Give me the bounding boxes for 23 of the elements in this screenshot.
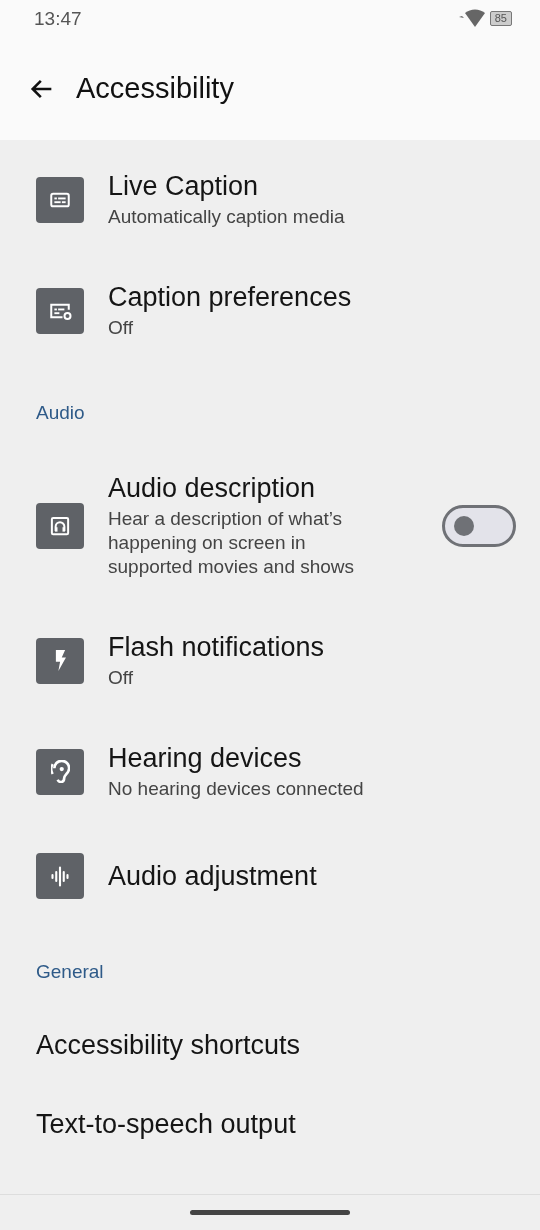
- setting-summary: Off: [108, 666, 134, 690]
- setting-summary: Off: [108, 316, 134, 340]
- setting-title[interactable]: Live Caption: [108, 170, 516, 203]
- section-header: General: [35, 960, 105, 984]
- setting-title[interactable]: Hearing devices: [108, 742, 516, 775]
- section-header: Audio: [35, 401, 86, 425]
- page-title: Accessibility: [76, 72, 234, 105]
- setting-summary: No hearing devices connected: [108, 777, 365, 801]
- toggle-switch[interactable]: [442, 504, 516, 547]
- ear-icon: [50, 760, 70, 783]
- setting-summary: Hear a description of what’s happening on screen in supported movies and shows: [108, 507, 356, 579]
- settings-item[interactable]: Accessibility shortcuts: [0, 1005, 540, 1084]
- battery-indicator: 85: [489, 11, 512, 26]
- waveform-icon: [51, 865, 69, 887]
- gesture-handle[interactable]: [190, 1210, 350, 1215]
- settings-item[interactable]: Text-to-speech output: [0, 1084, 540, 1163]
- lightning-icon: [54, 650, 66, 671]
- setting-title[interactable]: Flash notifications: [108, 631, 516, 664]
- status-time: 13:47: [34, 7, 82, 30]
- setting-title[interactable]: Caption preferences: [108, 281, 516, 314]
- setting-title[interactable]: Audio adjustment: [108, 859, 516, 893]
- setting-title[interactable]: Audio description: [108, 472, 422, 505]
- setting-summary: Automatically caption media: [108, 205, 346, 229]
